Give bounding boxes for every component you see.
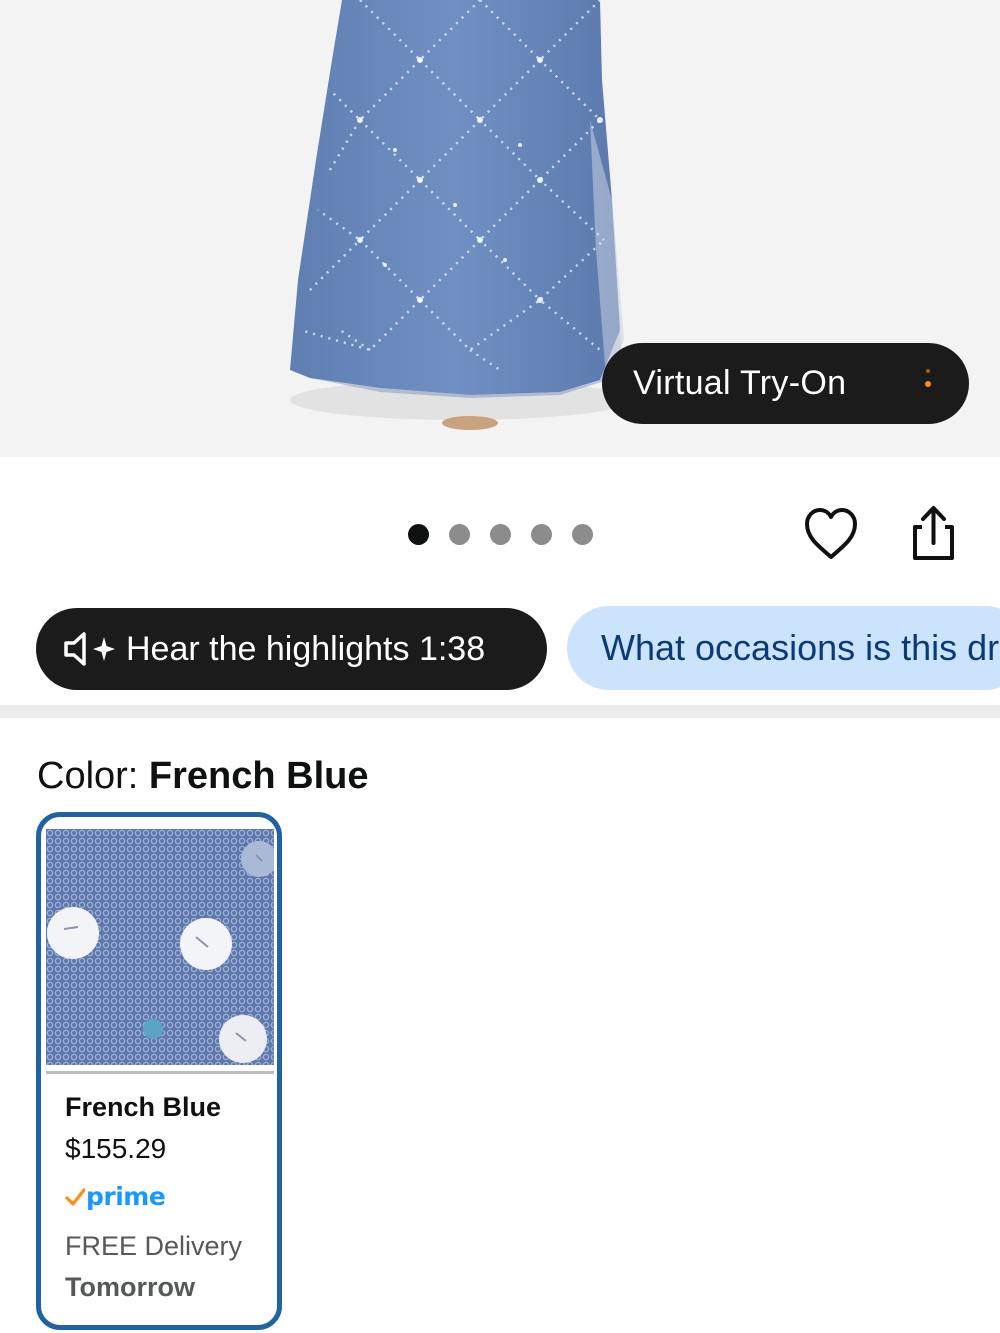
- swatch-price: $155.29: [65, 1133, 167, 1164]
- swatch-name: French Blue: [65, 1092, 222, 1122]
- product-image-carousel[interactable]: Virtual Try-On: [0, 0, 1000, 457]
- delivery-date: Tomorrow: [65, 1272, 195, 1302]
- carousel-indicator: [408, 524, 593, 545]
- carousel-dot[interactable]: [449, 524, 470, 545]
- section-divider: [0, 705, 1000, 718]
- color-label: Color: French Blue: [37, 755, 369, 798]
- carousel-dot[interactable]: [490, 524, 511, 545]
- share-icon: [913, 506, 954, 560]
- new-indicator-dot: [925, 381, 931, 387]
- add-to-list-button[interactable]: [803, 507, 859, 561]
- heart-icon: [805, 508, 857, 559]
- carousel-dot[interactable]: [531, 524, 552, 545]
- selected-color-name: French Blue: [148, 755, 369, 797]
- swatch-image: [46, 829, 274, 1065]
- speaker-sparkle-icon: [64, 632, 115, 666]
- hear-highlights-button[interactable]: Hear the highlights 1:38: [36, 608, 547, 690]
- carousel-dot[interactable]: [572, 524, 593, 545]
- swatch-separator: [46, 1071, 274, 1074]
- virtual-try-on-label: Virtual Try-On: [633, 364, 847, 402]
- prime-badge: prime: [65, 1182, 166, 1211]
- virtual-try-on-button[interactable]: Virtual Try-On: [602, 343, 969, 424]
- prime-label: prime: [86, 1182, 166, 1211]
- prime-check-icon: [65, 1187, 85, 1206]
- sparkle-icon: [926, 369, 930, 373]
- color-label-prefix: Color:: [37, 755, 149, 797]
- hear-highlights-label: Hear the highlights 1:38: [126, 629, 486, 668]
- delivery-text: FREE Delivery: [65, 1231, 243, 1261]
- color-swatch-french-blue[interactable]: French Blue $155.29 prime FREE Delivery …: [36, 812, 282, 1330]
- share-button[interactable]: [908, 505, 958, 563]
- carousel-dot[interactable]: [408, 524, 429, 545]
- ask-question-label: What occasions is this dress suitable fo…: [601, 627, 1000, 668]
- ask-question-chip[interactable]: What occasions is this dress suitable fo…: [567, 606, 1000, 690]
